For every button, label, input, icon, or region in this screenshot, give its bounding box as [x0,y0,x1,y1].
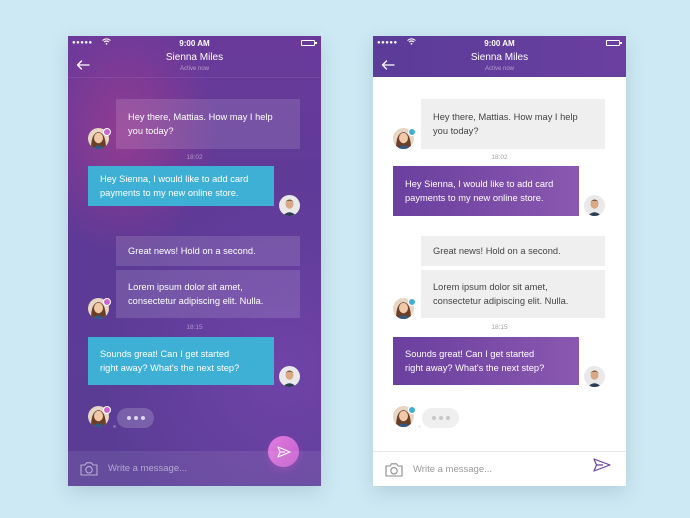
user-avatar [584,195,605,216]
message-text: Sounds great! Can I get started right aw… [405,349,545,373]
user-message: Sounds great! Can I get started right aw… [88,337,274,385]
message-timestamp: 18:15 [186,324,203,331]
message-text: Sounds great! Can I get started right aw… [100,349,240,373]
user-avatar [279,366,300,387]
user-message: Sounds great! Can I get started right aw… [393,337,579,385]
message-input[interactable] [413,461,563,477]
agent-badge-icon [408,406,416,414]
contact-status: Active now [179,66,209,72]
agent-message: Hey there, Mattias. How may I help you t… [421,99,605,149]
chat-screen-dark: ●●●●● 9:00 AM Sienna Miles Active now He… [68,36,321,486]
chat-screen-light: ●●●●● 9:00 AM Sienna Miles Active now He… [373,36,626,486]
message-text: Lorem ipsum dolor sit amet, consectetur … [128,282,264,306]
camera-icon[interactable] [385,462,403,477]
contact-name: Sienna Miles [470,52,529,63]
message-timestamp: 18:15 [491,324,508,331]
typing-dots-icon [117,408,154,428]
send-button[interactable] [593,458,611,472]
message-text: Hey there, Mattias. How may I help you t… [128,112,273,136]
send-icon [593,458,611,472]
user-avatar [279,195,300,216]
user-avatar [584,366,605,387]
agent-message: Hey there, Mattias. How may I help you t… [116,99,300,149]
agent-message: Great news! Hold on a second. [116,236,300,266]
message-timestamp: 18:02 [186,154,203,161]
message-composer [68,451,321,486]
battery-icon [301,40,317,46]
contact-name: Sienna Miles [165,52,224,63]
message-text: Hey Sienna, I would like to add card pay… [100,174,249,198]
agent-badge-icon [103,128,111,136]
typing-tail-icon [113,425,116,428]
agent-badge-icon [408,298,416,306]
battery-icon [606,40,622,46]
typing-tail-icon [418,425,421,428]
agent-badge-icon [408,128,416,136]
agent-badge-icon [103,298,111,306]
user-message: Hey Sienna, I would like to add card pay… [393,166,579,216]
agent-message: Great news! Hold on a second. [421,236,605,266]
status-time: 9:00 AM [484,39,515,48]
agent-badge-icon [103,406,111,414]
status-time: 9:00 AM [179,39,210,48]
message-text: Hey Sienna, I would like to add card pay… [405,179,554,203]
header-divider [68,77,321,78]
message-text: Hey there, Mattias. How may I help you t… [433,112,578,136]
agent-message: Lorem ipsum dolor sit amet, consectetur … [421,270,605,318]
typing-dots-icon [422,408,459,428]
message-text: Great news! Hold on a second. [433,246,561,256]
message-composer [373,451,626,486]
contact-status: Active now [484,66,514,72]
status-bar: ●●●●● 9:00 AM [373,36,626,50]
camera-icon[interactable] [80,461,98,476]
agent-message: Lorem ipsum dolor sit amet, consectetur … [116,270,300,318]
message-timestamp: 18:02 [491,154,508,161]
status-bar: ●●●●● 9:00 AM [68,36,321,50]
message-text: Great news! Hold on a second. [128,246,256,256]
message-input[interactable] [108,460,258,476]
user-message: Hey Sienna, I would like to add card pay… [88,166,274,206]
message-text: Lorem ipsum dolor sit amet, consectetur … [433,282,569,306]
